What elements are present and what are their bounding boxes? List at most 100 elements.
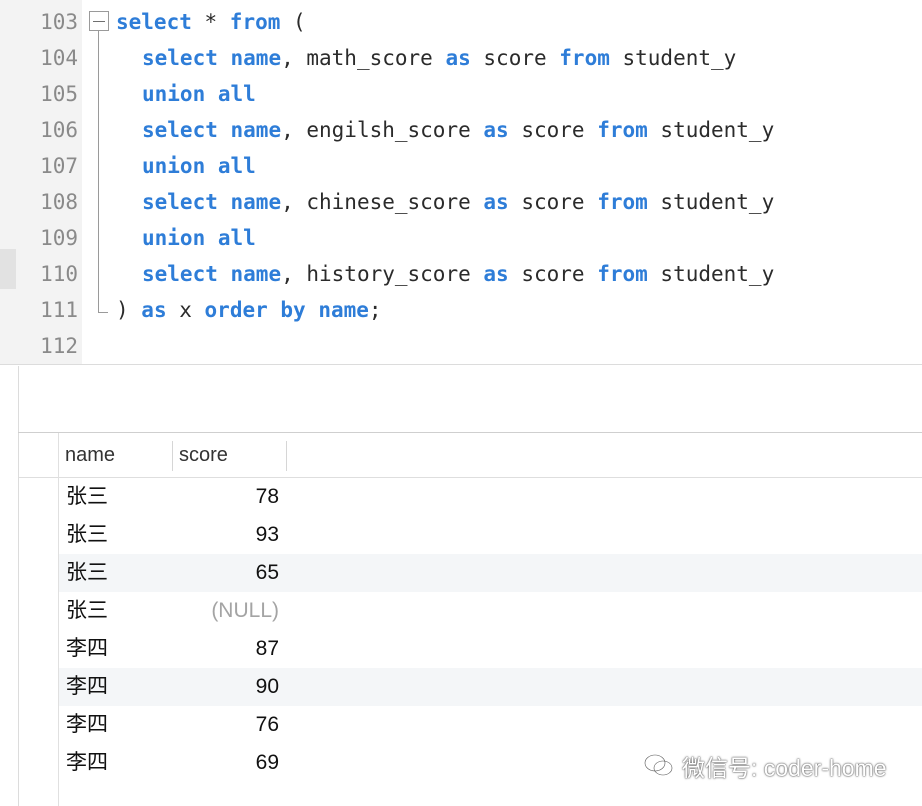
line-number: 109 bbox=[40, 226, 78, 250]
cell-score[interactable]: 69 bbox=[173, 744, 279, 782]
line-number: 111 bbox=[40, 298, 78, 322]
table-row[interactable]: 张三 65 bbox=[59, 554, 922, 592]
wechat-icon bbox=[644, 754, 673, 776]
cell-name[interactable]: 张三 bbox=[66, 554, 108, 592]
sql-keyword: as bbox=[483, 118, 509, 142]
sql-text: student_y bbox=[647, 262, 775, 286]
sql-keyword: select bbox=[142, 46, 218, 70]
gutter-marker bbox=[0, 249, 16, 289]
sql-text: , history_score bbox=[281, 262, 484, 286]
sql-keyword: union all bbox=[142, 82, 256, 106]
table-row[interactable]: 李四 90 bbox=[59, 668, 922, 706]
sql-text: ( bbox=[280, 10, 306, 34]
line-number: 108 bbox=[40, 190, 78, 214]
sql-text: x bbox=[166, 298, 205, 322]
code-line[interactable]: select name, chinese_score as score from… bbox=[142, 184, 774, 220]
watermark-text: 微信号: coder-home bbox=[682, 755, 887, 781]
sql-text: score bbox=[508, 190, 598, 214]
code-line[interactable]: select name, history_score as score from… bbox=[142, 256, 774, 292]
sql-text: , math_score bbox=[281, 46, 446, 70]
code-line[interactable]: select name, math_score as score from st… bbox=[142, 40, 736, 76]
fold-guide-line bbox=[98, 31, 99, 313]
sql-text: * bbox=[191, 10, 230, 34]
sql-keyword: union all bbox=[142, 226, 256, 250]
cell-name[interactable]: 张三 bbox=[66, 478, 108, 516]
code-line[interactable]: select * from ( bbox=[116, 4, 306, 40]
table-row[interactable]: 张三 78 bbox=[59, 478, 922, 516]
cell-name[interactable]: 张三 bbox=[66, 592, 108, 630]
column-header-score[interactable]: score bbox=[173, 433, 287, 477]
sql-text: score bbox=[508, 118, 598, 142]
cell-name[interactable]: 张三 bbox=[66, 516, 108, 554]
column-header-name[interactable]: name bbox=[59, 433, 173, 477]
sql-text: , chinese_score bbox=[281, 190, 484, 214]
result-grid-header: name score bbox=[19, 433, 922, 478]
sql-keyword: from bbox=[229, 10, 281, 34]
fold-toggle-icon[interactable] bbox=[89, 11, 109, 31]
code-line[interactable]: union all bbox=[142, 148, 256, 184]
sql-keyword: name bbox=[230, 118, 282, 142]
sql-keyword: as bbox=[483, 262, 509, 286]
line-number: 110 bbox=[40, 262, 78, 286]
sql-keyword: from bbox=[559, 46, 610, 70]
line-number: 106 bbox=[40, 118, 78, 142]
line-number: 104 bbox=[40, 46, 78, 70]
code-line[interactable]: select name, engilsh_score as score from… bbox=[142, 112, 774, 148]
sql-keyword: from bbox=[597, 190, 648, 214]
cell-name[interactable]: 李四 bbox=[66, 668, 108, 706]
code-line[interactable]: ) as x order by name; bbox=[116, 292, 382, 328]
column-separator[interactable] bbox=[286, 441, 287, 471]
sql-editor[interactable]: select * from (select name, math_score a… bbox=[0, 0, 922, 365]
line-number: 107 bbox=[40, 154, 78, 178]
table-row[interactable]: 张三 93 bbox=[59, 516, 922, 554]
sql-keyword: union all bbox=[142, 154, 256, 178]
sql-keyword: select bbox=[142, 190, 218, 214]
cell-name[interactable]: 李四 bbox=[66, 706, 108, 744]
sql-text: student_y bbox=[609, 46, 737, 70]
table-row[interactable]: 李四 76 bbox=[59, 706, 922, 744]
cell-score[interactable]: 76 bbox=[173, 706, 279, 744]
sql-keyword: as bbox=[445, 46, 471, 70]
table-row[interactable]: 张三 (NULL) bbox=[59, 592, 922, 630]
sql-text: ; bbox=[368, 298, 382, 322]
watermark: 微信号: coder-home bbox=[644, 748, 887, 784]
cell-name[interactable]: 李四 bbox=[66, 744, 108, 782]
cell-score[interactable]: (NULL) bbox=[173, 592, 279, 630]
sql-keyword: select bbox=[116, 10, 192, 34]
sql-keyword: select bbox=[142, 118, 218, 142]
sql-keyword: as bbox=[483, 190, 509, 214]
code-line[interactable]: union all bbox=[142, 220, 256, 256]
line-number: 105 bbox=[40, 82, 78, 106]
sql-keyword: name bbox=[230, 262, 282, 286]
line-number: 103 bbox=[40, 10, 78, 34]
cell-score[interactable]: 87 bbox=[173, 630, 279, 668]
cell-score[interactable]: 90 bbox=[173, 668, 279, 706]
sql-keyword: select bbox=[142, 262, 218, 286]
code-line[interactable]: union all bbox=[142, 76, 256, 112]
sql-keyword: as bbox=[141, 298, 167, 322]
sql-keyword: from bbox=[597, 118, 648, 142]
sql-keyword: name bbox=[230, 190, 282, 214]
cell-score[interactable]: 65 bbox=[173, 554, 279, 592]
sql-text: student_y bbox=[647, 118, 775, 142]
sql-text: score bbox=[508, 262, 598, 286]
fold-guide-end bbox=[98, 312, 108, 313]
cell-score[interactable]: 93 bbox=[173, 516, 279, 554]
table-row[interactable]: 李四 87 bbox=[59, 630, 922, 668]
cell-name[interactable]: 李四 bbox=[66, 630, 108, 668]
editor-divider bbox=[0, 364, 922, 365]
sql-keyword: order by bbox=[204, 298, 306, 322]
sql-keyword: name bbox=[230, 46, 282, 70]
sql-text: student_y bbox=[647, 190, 775, 214]
cell-score[interactable]: 78 bbox=[173, 478, 279, 516]
sql-text: , engilsh_score bbox=[281, 118, 484, 142]
sql-text: ) bbox=[116, 298, 142, 322]
line-number: 112 bbox=[40, 334, 78, 358]
sql-keyword: from bbox=[597, 262, 648, 286]
sql-text: score bbox=[470, 46, 560, 70]
